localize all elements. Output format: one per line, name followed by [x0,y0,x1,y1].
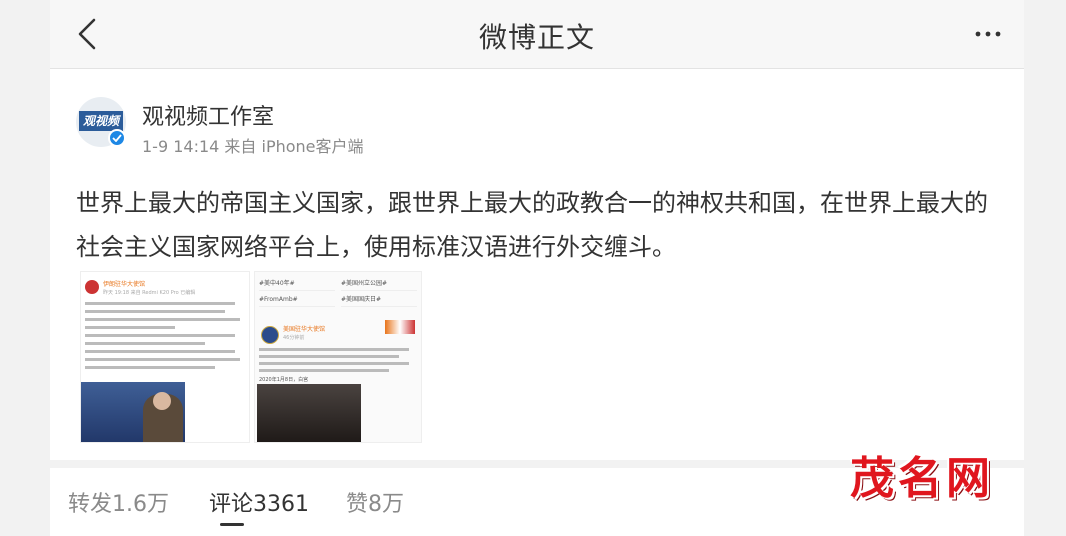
text-line [85,366,215,369]
post-image-1[interactable]: 伊朗驻华大使馆 昨天 19:18 来自 Redmi K20 Pro 已编辑 [80,271,250,443]
text-line [259,348,409,351]
account-avatar [85,280,99,294]
post-text: 世界上最大的帝国主义国家，跟世界上最大的政教合一的神权共和国，在世界上最大的社会… [76,189,988,261]
hashtag: #美中40年# [259,278,335,291]
text-line [85,358,240,361]
text-line [85,350,235,353]
text-line [85,318,240,321]
tab-comments[interactable]: 评论3361 [209,486,309,518]
text-line [259,355,399,358]
post-image-2[interactable]: #美中40年# #美国州立公园# #FromAmb# #美国国庆日# 美国驻华大… [254,271,422,443]
image-photo [257,384,361,442]
hashtag: #FromAmb# [259,294,335,307]
post-meta: 1-9 14:14 来自 iPhone客户端 [142,137,364,156]
avatar-logo: 观视频 [79,111,123,131]
tab-repost[interactable]: 转发1.6万 [68,486,169,518]
image-photo [81,382,185,442]
image-account-meta: 46分钟前 [283,335,305,341]
hashtag: #美国州立公园# [341,278,417,291]
text-line [85,334,235,337]
flag-graphic [385,320,415,334]
embassy-seal-icon [261,326,279,344]
person-face [153,392,171,410]
active-tab-indicator [220,523,244,526]
text-line [85,302,235,305]
image-account-name: 伊朗驻华大使馆 [103,281,146,288]
text-line [259,362,409,365]
text-line [85,310,225,313]
image-account-name: 美国驻华大使馆 [283,326,326,333]
author-name[interactable]: 观视频工作室 [142,99,274,131]
page-title: 微博正文 [478,21,595,54]
text-line [85,326,175,329]
quote-date: 2020年1月8日，白宫 [259,377,309,383]
watermark-logo: 茂名网 [850,453,994,504]
hashtag: #美国国庆日# [341,294,417,307]
post-card: 观视频 观视频工作室 1-9 14:14 来自 iPhone客户端 世界上最大的… [50,69,1024,460]
navbar: 微博正文 [50,0,1024,69]
tab-likes[interactable]: 赞8万 [346,486,404,518]
ellipsis-icon [975,31,1001,37]
verified-badge-icon [108,129,126,147]
text-line [259,369,389,372]
image-account-meta: 昨天 19:18 来自 Redmi K20 Pro 已编辑 [103,290,196,296]
more-button[interactable] [970,16,1006,52]
text-line [85,342,205,345]
